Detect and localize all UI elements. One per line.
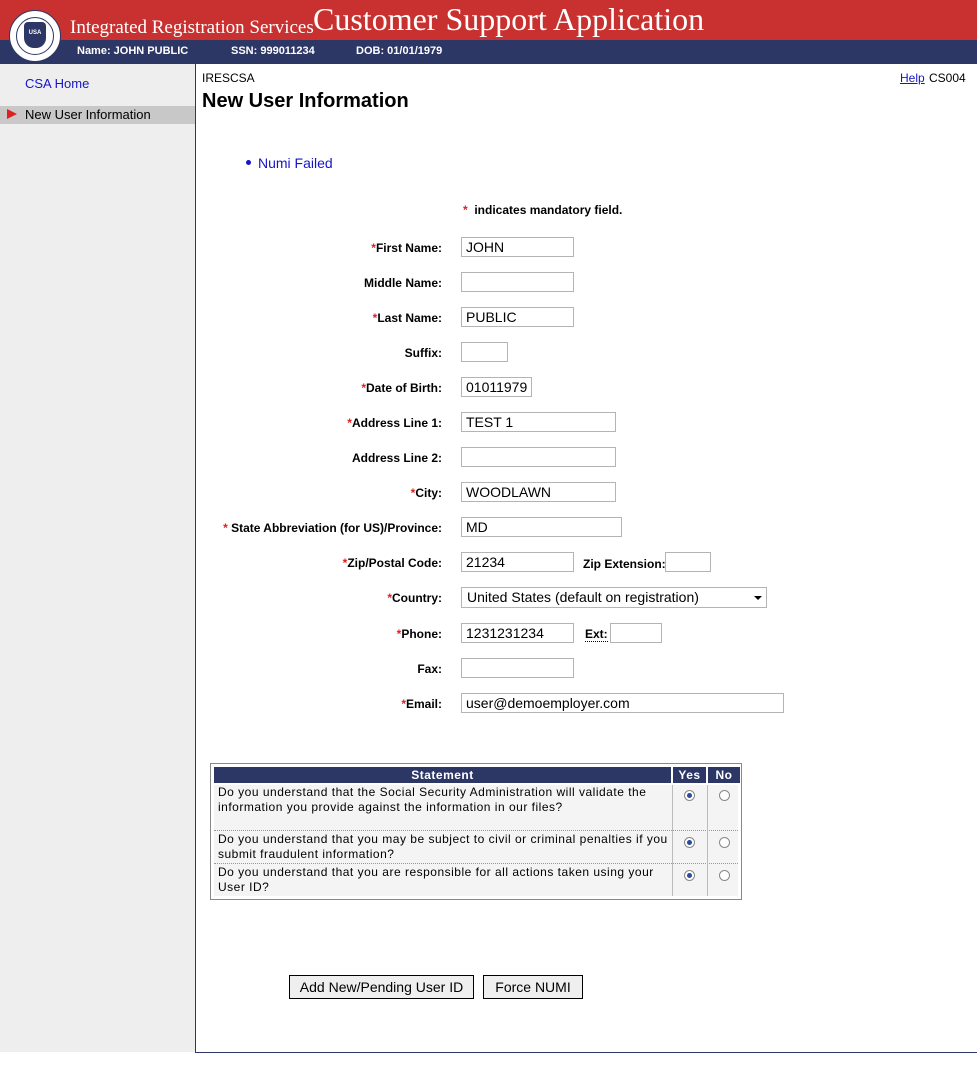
statement3-no-radio[interactable] — [719, 870, 730, 881]
yes-header: Yes — [673, 767, 706, 783]
user-dob: DOB: 01/01/1979 — [356, 45, 443, 57]
statement-text: Do you understand that the Social Securi… — [218, 785, 647, 814]
column-divider — [707, 785, 708, 896]
statement-text: Do you understand that you are responsib… — [218, 865, 654, 894]
first-name-label: *First Name: — [371, 241, 442, 255]
middle-name-label: Middle Name: — [363, 276, 442, 290]
statement-table: Statement Yes No Do you understand that … — [210, 763, 742, 900]
user-ssn: SSN: 999011234 — [231, 45, 315, 57]
city-label: *City: — [410, 486, 442, 500]
mandatory-note: * indicates mandatory field. — [463, 203, 623, 217]
middle-name-input[interactable] — [461, 272, 574, 292]
city-input[interactable]: WOODLAWN — [461, 482, 616, 502]
screen-id: CS004 — [929, 71, 966, 85]
sidebar: CSA Home New User Information — [0, 64, 196, 1052]
last-name-label: *Last Name: — [372, 311, 442, 325]
country-selected-value: United States (default on registration) — [467, 589, 699, 605]
error-message: Numi Failed — [258, 155, 333, 171]
statement2-no-radio[interactable] — [719, 837, 730, 848]
agency-title: Integrated Registration Services — [70, 17, 314, 38]
page-title: New User Information — [202, 90, 409, 112]
phone-input[interactable]: 1231231234 — [461, 623, 574, 643]
zip-input[interactable]: 21234 — [461, 552, 574, 572]
country-select[interactable]: United States (default on registration) — [461, 587, 767, 608]
zip-extension-label: Zip Extension: — [583, 557, 666, 571]
state-input[interactable]: MD — [461, 517, 622, 537]
statement2-yes-radio[interactable] — [684, 837, 695, 848]
suffix-input[interactable] — [461, 342, 508, 362]
last-name-input[interactable]: PUBLIC — [461, 307, 574, 327]
fax-label: Fax: — [417, 662, 442, 676]
ssa-seal-logo: USA — [9, 10, 61, 62]
statement-text: Do you understand that you may be subjec… — [218, 832, 668, 861]
chevron-down-icon — [754, 596, 762, 600]
statement1-no-radio[interactable] — [719, 790, 730, 801]
dob-label: *Date of Birth: — [361, 381, 442, 395]
dob-input[interactable]: 01011979 — [461, 377, 532, 397]
add-new-pending-user-id-button[interactable]: Add New/Pending User ID — [289, 975, 474, 999]
zip-extension-input[interactable] — [665, 552, 711, 572]
address2-label: Address Line 2: — [351, 451, 442, 465]
force-numi-button[interactable]: Force NUMI — [483, 975, 583, 999]
address2-input[interactable] — [461, 447, 616, 467]
address1-label: *Address Line 1: — [347, 416, 442, 430]
app-title: Customer Support Application — [313, 1, 705, 37]
first-name-input[interactable]: JOHN — [461, 237, 574, 257]
arrow-right-icon — [7, 109, 17, 119]
statement3-yes-radio[interactable] — [684, 870, 695, 881]
statement1-yes-radio[interactable] — [684, 790, 695, 801]
column-divider — [672, 785, 673, 896]
suffix-label: Suffix: — [404, 346, 442, 360]
statement-header: Statement — [214, 767, 671, 783]
sidebar-item-new-user-information[interactable]: New User Information — [0, 106, 195, 124]
state-label: * State Abbreviation (for US)/Province: — [223, 521, 442, 535]
email-label: *Email: — [401, 697, 442, 711]
phone-label: *Phone: — [396, 627, 442, 641]
fax-input[interactable] — [461, 658, 574, 678]
bottom-divider — [195, 1052, 977, 1053]
bullet-icon — [246, 160, 251, 165]
sidebar-item-csa-home[interactable]: CSA Home — [25, 76, 89, 91]
address1-input[interactable]: TEST 1 — [461, 412, 616, 432]
system-id: IRESCSA — [202, 71, 255, 85]
help-link[interactable]: Help — [900, 71, 925, 85]
user-name: Name: JOHN PUBLIC — [77, 45, 189, 57]
zip-label: *Zip/Postal Code: — [342, 556, 442, 570]
no-header: No — [708, 767, 740, 783]
country-label: *Country: — [387, 591, 442, 605]
phone-extension-input[interactable] — [610, 623, 662, 643]
sidebar-item-label: New User Information — [25, 107, 151, 122]
phone-extension-label: Ext: — [585, 627, 608, 642]
email-input[interactable]: user@demoemployer.com — [461, 693, 784, 713]
